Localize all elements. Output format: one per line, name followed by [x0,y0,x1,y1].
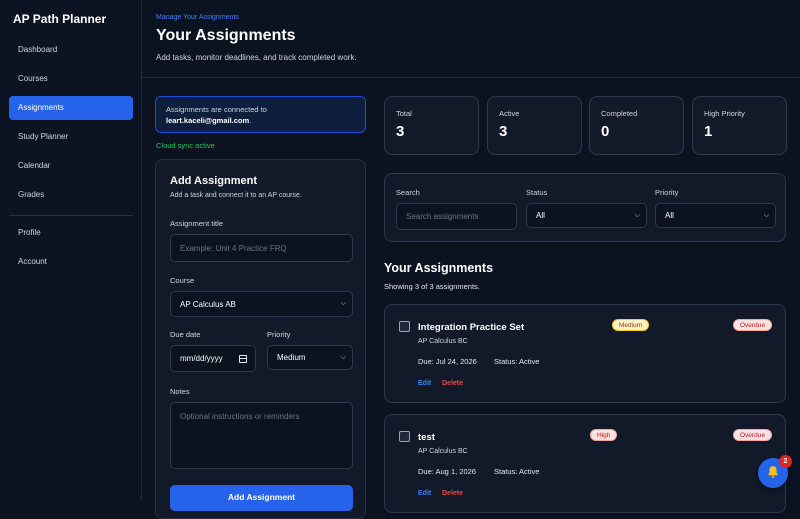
stat-label: Total [396,109,412,118]
notes-placeholder: Optional instructions or reminders [180,412,300,421]
stat-card-total: Total 3 [384,96,479,155]
stat-card-completed: Completed 0 [589,96,684,155]
bell-icon [768,466,778,478]
priority-filter-value: All [665,211,674,220]
sidebar-item-calendar[interactable]: Calendar [9,154,133,178]
add-assignment-subtitle: Add a task and connect it to an AP cours… [170,192,302,199]
due-date-input[interactable]: mm/dd/yyyy [170,345,256,372]
stat-value: 0 [601,123,610,140]
assignment-title-placeholder: Example: Unit 4 Practice FRQ [180,243,287,253]
add-assignment-button[interactable]: Add Assignment [170,485,353,511]
priority-badge: Medium [612,319,650,331]
status-filter-select[interactable]: All ⌵ [526,203,647,228]
delete-link[interactable]: Delete [442,490,463,497]
assignment-title-input[interactable]: Example: Unit 4 Practice FRQ [170,234,353,262]
page-subtitle: Add tasks, monitor deadlines, and track … [156,53,357,62]
stat-label: Active [499,109,520,118]
due-date-label: Due date [170,330,201,339]
page-header: Manage Your Assignments Your Assignments… [142,0,800,78]
course-select[interactable]: AP Calculus AB ⌵ [170,291,353,317]
edit-link[interactable]: Edit [418,490,431,497]
chevron-down-icon: ⌵ [763,211,769,219]
sidebar-item-study-planner[interactable]: Study Planner [9,125,133,149]
priority-badge: High [590,429,618,441]
assignment-status: Status: Active [494,467,540,476]
sidebar: AP Path Planner Dashboard Courses Assign… [0,0,142,500]
search-label: Search [396,188,420,197]
sidebar-item-profile[interactable]: Profile [9,221,133,245]
priority-filter-select[interactable]: All ⌵ [655,203,776,228]
assignment-title: Integration Practice Set [418,322,525,333]
notes-label: Notes [170,387,190,396]
notifications-button[interactable]: 2 [758,455,792,488]
stat-label: High Priority [704,109,745,118]
stat-value: 1 [704,123,713,140]
filter-panel: Search Search assignments Status All ⌵ P… [384,173,786,242]
assignment-due-date: Due: Jul 24, 2026 [418,357,477,366]
due-date-placeholder: mm/dd/yyyy [180,354,223,363]
calendar-icon[interactable] [239,354,247,363]
priority-select[interactable]: Medium ⌵ [267,345,353,370]
stat-label: Completed [601,109,638,118]
chevron-down-icon: ⌵ [340,353,346,361]
assignment-title: test [418,432,435,443]
assignments-count: Showing 3 of 3 assignments. [384,282,480,291]
sync-info-suffix: . [249,116,252,125]
status-filter-value: All [536,211,545,220]
add-assignment-title: Add Assignment [170,175,257,187]
add-assignment-card: Add Assignment Add a task and connect it… [155,159,366,519]
edit-link[interactable]: Edit [418,380,431,387]
assignment-due-date: Due: Aug 1, 2026 [418,467,476,476]
assignment-status: Status: Active [494,357,540,366]
sidebar-item-dashboard[interactable]: Dashboard [9,38,133,62]
app-title: AP Path Planner [13,12,107,26]
sync-status: Cloud sync active [156,141,215,150]
sidebar-item-account[interactable]: Account [9,250,133,274]
search-input[interactable]: Search assignments [396,203,517,230]
status-filter-label: Status [526,188,548,197]
assignment-card: test High Overdue AP Calculus BC Due: Au… [384,414,786,513]
assignment-title-label: Assignment title [170,219,223,228]
sidebar-item-assignments[interactable]: Assignments [9,96,133,120]
assignment-course: AP Calculus BC [418,338,468,345]
delete-link[interactable]: Delete [442,380,463,387]
sidebar-item-grades[interactable]: Grades [9,183,133,207]
course-label: Course [170,276,195,285]
priority-select-value: Medium [277,353,306,362]
course-select-value: AP Calculus AB [180,299,236,309]
notes-textarea[interactable]: Optional instructions or reminders [170,402,353,469]
chevron-down-icon: ⌵ [634,211,640,219]
chevron-down-icon: ⌵ [340,300,346,307]
sync-info-prefix: Assignments are connected to [166,105,267,114]
page-title: Your Assignments [156,27,296,44]
stat-card-high-priority: High Priority 1 [692,96,787,155]
sync-email: leart.kaceli@gmail.com [166,116,250,125]
page-eyebrow: Manage Your Assignments [156,14,239,21]
stat-card-active: Active 3 [487,96,582,155]
assignment-course: AP Calculus BC [418,448,468,455]
sync-info-account: leart.kaceli@gmail.com. [166,115,355,126]
stat-value: 3 [396,123,405,140]
notification-count-badge: 2 [779,455,792,468]
sidebar-divider [9,215,133,216]
assignments-list-title: Your Assignments [384,261,494,275]
priority-filter-label: Priority [655,188,679,197]
priority-label: Priority [267,330,291,339]
complete-checkbox[interactable] [399,431,410,442]
sidebar-item-courses[interactable]: Courses [9,67,133,91]
assignment-card: Integration Practice Set Medium Overdue … [384,304,786,403]
search-placeholder: Search assignments [406,212,479,221]
overdue-badge: Overdue [733,429,772,441]
complete-checkbox[interactable] [399,321,410,332]
stat-value: 3 [499,123,508,140]
overdue-badge: Overdue [733,319,772,331]
sync-info-box: Assignments are connected to leart.kacel… [155,96,366,133]
